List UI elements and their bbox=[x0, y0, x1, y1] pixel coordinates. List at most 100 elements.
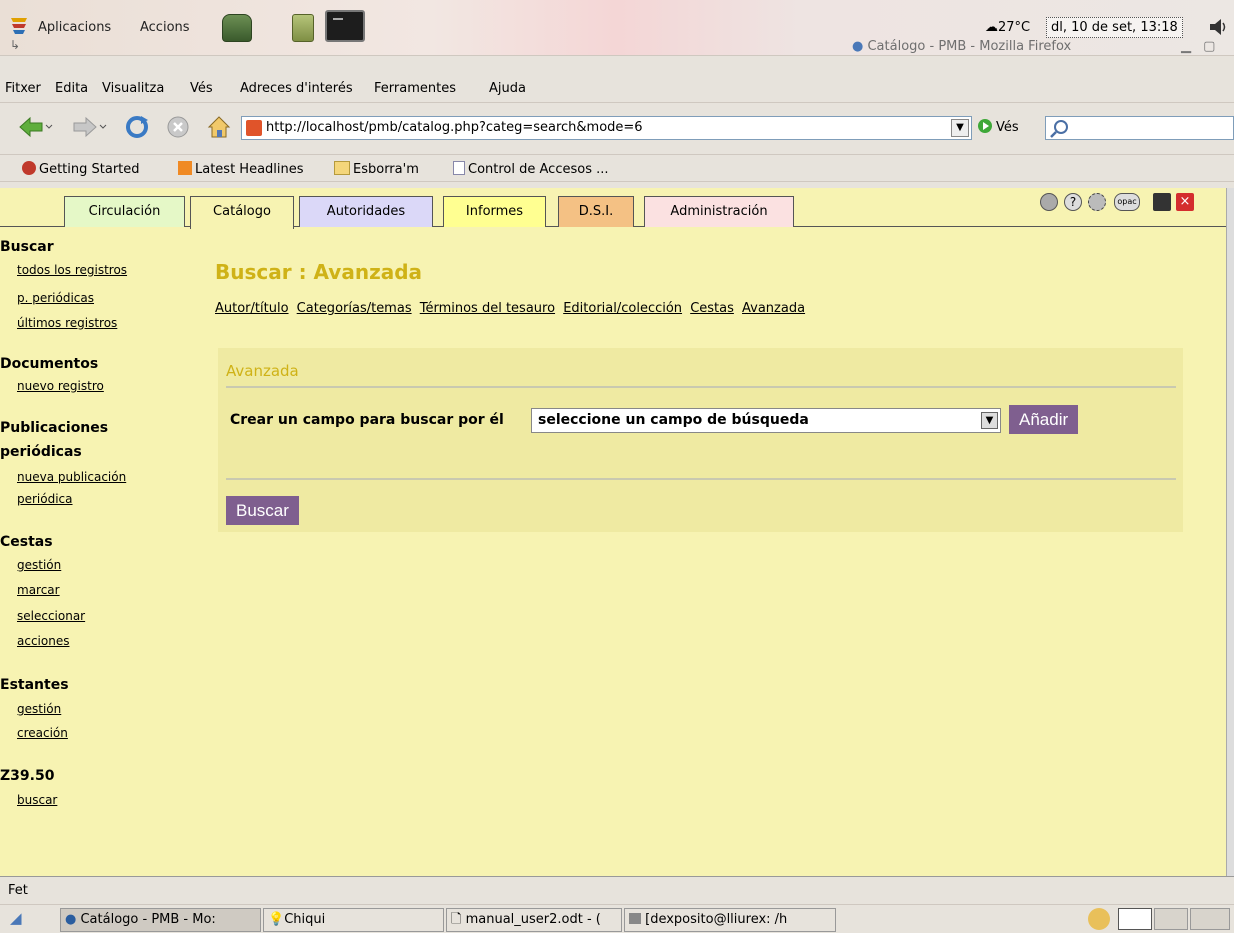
applications-menu[interactable]: Aplicacions bbox=[38, 20, 111, 35]
bookmark-control-accesos[interactable]: Control de Accesos ... bbox=[453, 161, 609, 177]
sidebar-title-cestas: Cestas bbox=[0, 534, 53, 550]
go-button[interactable]: Vés bbox=[978, 119, 1019, 135]
corner-arrow-icon: ↳ bbox=[10, 38, 21, 52]
taskbar: ◢ ● Catálogo - PMB - Mo: 💡Chiqui 🗋 manua… bbox=[0, 904, 1234, 933]
tab-autoridades[interactable]: Autoridades bbox=[299, 196, 433, 227]
search-field-select[interactable]: seleccione un campo de búsqueda ▼ bbox=[531, 408, 1001, 433]
subnav-terminos-tesauro[interactable]: Términos del tesauro bbox=[420, 301, 555, 316]
tab-catalogo[interactable]: Catálogo bbox=[190, 196, 294, 229]
task-chiqui[interactable]: 💡Chiqui bbox=[263, 908, 444, 932]
workspace-2[interactable] bbox=[1154, 908, 1188, 930]
search-icon bbox=[1050, 120, 1068, 138]
tab-circulacion[interactable]: Circulación bbox=[64, 196, 185, 227]
network-launcher-icon[interactable] bbox=[222, 14, 252, 42]
text-editor-launcher-icon[interactable] bbox=[292, 14, 314, 42]
gnome-foot-icon[interactable] bbox=[8, 14, 30, 38]
subnav-avanzada[interactable]: Avanzada bbox=[742, 301, 805, 316]
folder-icon bbox=[334, 161, 350, 175]
opac-icon[interactable]: opac bbox=[1114, 193, 1140, 211]
subnav-autor-titulo[interactable]: Autor/título bbox=[215, 301, 289, 316]
search-mode-nav: Autor/título Categorías/temas Términos d… bbox=[215, 301, 809, 316]
bookmark-esborram[interactable]: Esborra'm bbox=[334, 161, 419, 177]
divider bbox=[226, 478, 1176, 480]
sidebar-link-p-periodicas[interactable]: p. periódicas bbox=[17, 291, 94, 305]
terminal-launcher-icon[interactable] bbox=[325, 10, 365, 42]
chevron-down-icon: ▼ bbox=[981, 412, 998, 429]
settings-icon[interactable] bbox=[1088, 193, 1106, 211]
url-bar[interactable]: http://localhost/pmb/catalog.php?categ=s… bbox=[241, 116, 972, 140]
module-tabs: Circulación Catálogo Autoridades Informe… bbox=[0, 188, 1226, 229]
sidebar-link-todos-registros[interactable]: todos los registros bbox=[17, 263, 127, 277]
close-icon[interactable]: × bbox=[1176, 193, 1194, 211]
tab-informes[interactable]: Informes bbox=[443, 196, 546, 227]
page-scrollbar[interactable] bbox=[1226, 188, 1234, 876]
top-panel: Aplicacions Accions ☁27°C dl, 10 de set,… bbox=[0, 0, 1234, 56]
user-switcher-icon[interactable] bbox=[1088, 908, 1110, 930]
sidebar-link-marcar[interactable]: marcar bbox=[17, 583, 60, 597]
stop-icon[interactable] bbox=[165, 114, 191, 140]
divider bbox=[226, 386, 1176, 388]
window-controls[interactable]: ▁ ▢ bbox=[1181, 39, 1219, 54]
clock-icon[interactable] bbox=[1040, 193, 1058, 211]
lightbulb-icon: 💡 bbox=[268, 912, 285, 927]
workspace-1[interactable] bbox=[1118, 908, 1152, 930]
task-writer[interactable]: 🗋 manual_user2.odt - ( bbox=[446, 908, 622, 932]
advanced-search-panel: Avanzada Crear un campo para buscar por … bbox=[218, 348, 1183, 532]
menu-file[interactable]: Fitxer bbox=[5, 81, 41, 96]
sidebar-link-z3950-buscar[interactable]: buscar bbox=[17, 793, 57, 807]
workspace-3[interactable] bbox=[1190, 908, 1230, 930]
terminal-icon bbox=[629, 913, 641, 924]
add-field-button[interactable]: Añadir bbox=[1009, 405, 1079, 434]
search-button[interactable]: Buscar bbox=[226, 496, 299, 525]
sidebar-title-periodicas: periódicas bbox=[0, 444, 82, 460]
subnav-categorias-temas[interactable]: Categorías/temas bbox=[297, 301, 412, 316]
sidebar-title-documentos: Documentos bbox=[0, 356, 99, 372]
menu-bookmarks[interactable]: Adreces d'interés bbox=[240, 81, 353, 96]
forward-button[interactable] bbox=[72, 114, 107, 140]
url-text: http://localhost/pmb/catalog.php?categ=s… bbox=[266, 120, 643, 135]
sidebar-title-publicaciones: Publicaciones bbox=[0, 420, 109, 436]
subnav-cestas[interactable]: Cestas bbox=[690, 301, 734, 316]
sidebar-link-ultimos-registros[interactable]: últimos registros bbox=[17, 316, 117, 330]
sidebar-link-cestas-gestion[interactable]: gestión bbox=[17, 558, 61, 572]
menu-view[interactable]: Visualitza bbox=[102, 81, 164, 96]
subnav-editorial-coleccion[interactable]: Editorial/colección bbox=[563, 301, 682, 316]
clock-applet[interactable]: dl, 10 de set, 13:18 bbox=[1046, 17, 1183, 38]
tab-dsi[interactable]: D.S.I. bbox=[558, 196, 634, 227]
sidebar-title-buscar: Buscar bbox=[0, 239, 54, 255]
task-terminal[interactable]: [dexposito@lliurex: /h bbox=[624, 908, 836, 932]
sidebar-link-creacion[interactable]: creación bbox=[17, 726, 68, 740]
menu-edit[interactable]: Edita bbox=[55, 81, 88, 96]
reload-icon[interactable] bbox=[124, 114, 150, 140]
status-bar: Fet bbox=[0, 876, 1234, 904]
home-icon[interactable] bbox=[206, 114, 232, 140]
actions-menu[interactable]: Accions bbox=[140, 20, 190, 35]
back-arrow-icon bbox=[19, 116, 53, 138]
sidebar-link-nueva-publicacion[interactable]: nueva publicación bbox=[17, 470, 126, 484]
task-firefox[interactable]: ● Catálogo - PMB - Mo: bbox=[60, 908, 261, 932]
menu-tools[interactable]: Ferramentes bbox=[374, 81, 456, 96]
document-icon: 🗋 bbox=[451, 912, 462, 927]
help-icon[interactable]: ? bbox=[1064, 193, 1082, 211]
bookmark-latest-headlines[interactable]: Latest Headlines bbox=[178, 161, 304, 177]
menu-help[interactable]: Ajuda bbox=[489, 81, 526, 96]
url-dropdown-icon[interactable]: ▼ bbox=[951, 119, 969, 137]
back-button[interactable] bbox=[18, 114, 53, 140]
tab-administracion[interactable]: Administración bbox=[644, 196, 794, 227]
bookmark-getting-started[interactable]: Getting Started bbox=[22, 161, 140, 177]
sidebar-link-periodica[interactable]: periódica bbox=[17, 492, 73, 506]
menu-go[interactable]: Vés bbox=[190, 81, 213, 96]
show-desktop-icon[interactable]: ◢ bbox=[10, 909, 22, 927]
sidebar-link-nuevo-registro[interactable]: nuevo registro bbox=[17, 379, 104, 393]
go-icon bbox=[978, 119, 992, 133]
save-icon[interactable] bbox=[1153, 193, 1171, 211]
weather-applet[interactable]: ☁27°C bbox=[985, 20, 1030, 35]
volume-icon[interactable] bbox=[1207, 16, 1229, 38]
panel-title: Avanzada bbox=[226, 362, 299, 380]
sidebar-link-estantes-gestion[interactable]: gestión bbox=[17, 702, 61, 716]
site-favicon-icon bbox=[246, 120, 262, 136]
web-page: Circulación Catálogo Autoridades Informe… bbox=[0, 188, 1226, 876]
sidebar-link-seleccionar[interactable]: seleccionar bbox=[17, 609, 85, 623]
search-input[interactable] bbox=[1045, 116, 1234, 140]
sidebar-link-acciones[interactable]: acciones bbox=[17, 634, 69, 648]
